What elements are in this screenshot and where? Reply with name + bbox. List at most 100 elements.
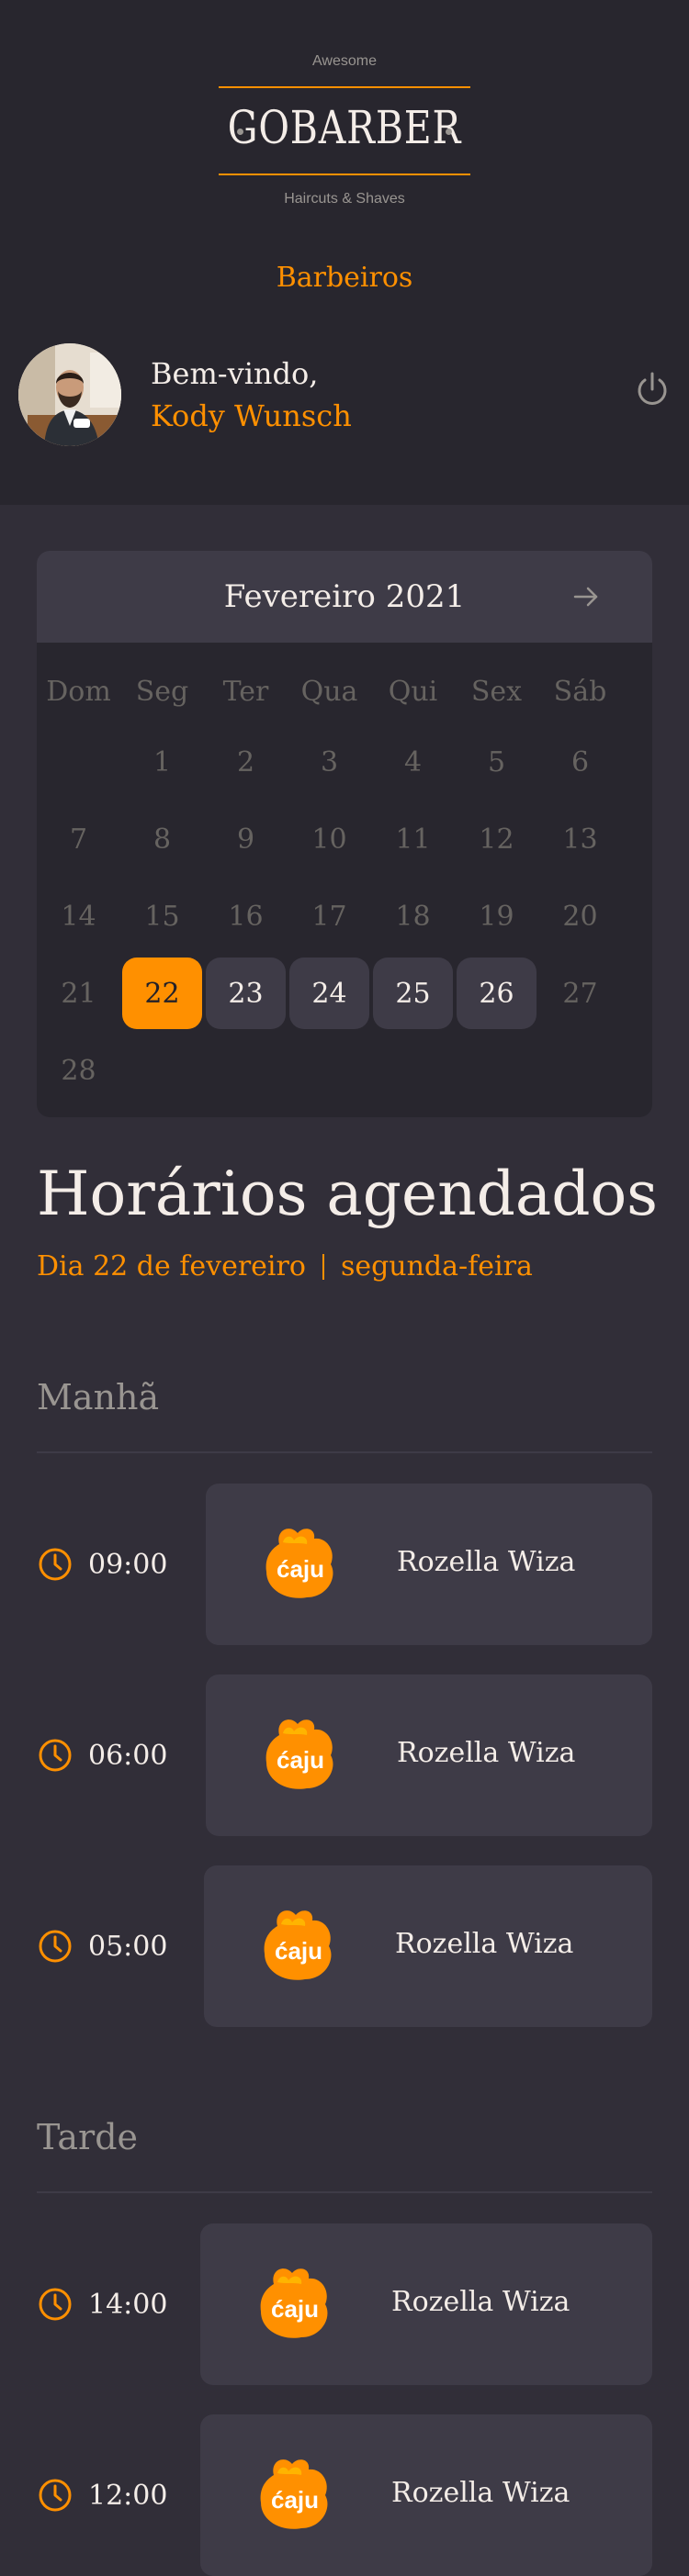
calendar-day-disabled: 16 [228, 900, 264, 933]
appointment-time: 05:00 [37, 1928, 167, 1965]
welcome-text: Bem-vindo, [151, 356, 319, 391]
logo-tagline-bottom: Haircuts & Shaves [284, 191, 405, 207]
calendar-day-disabled: 18 [395, 900, 431, 933]
calendar-week-row: 21 22 23 24 25 26 27 [37, 955, 652, 1032]
calendar-day-disabled: 5 [487, 745, 506, 778]
calendar-day-available[interactable]: 25 [373, 958, 453, 1029]
caju-logo: ćaju [261, 1906, 336, 1983]
calendar-day-disabled: 27 [562, 977, 598, 1010]
afternoon-section-title: Tarde [37, 2117, 139, 2157]
page-title: Horários agendados [37, 1159, 659, 1229]
appointment-slot: 12:00 ćaju Rozella Wiza [37, 2414, 652, 2576]
calendar-day-disabled: 13 [562, 823, 598, 856]
calendar-day-disabled: 14 [61, 900, 96, 933]
calendar-day-available[interactable]: 26 [457, 958, 537, 1029]
power-icon[interactable] [632, 369, 672, 409]
clock-icon [39, 1930, 72, 1963]
calendar-day-disabled: 21 [61, 977, 96, 1010]
appointment-time: 09:00 [37, 1546, 167, 1583]
calendar-empty-cell [37, 723, 120, 801]
appointment-card[interactable]: ćaju Rozella Wiza [200, 2414, 652, 2576]
calendar-week-row: 28 [37, 1032, 652, 1109]
appointment-card[interactable]: ćaju Rozella Wiza [204, 1865, 652, 2027]
client-name: Rozella Wiza [397, 1546, 576, 1578]
calendar-header: Fevereiro 2021 [37, 551, 652, 643]
appointment-slot: 14:00 ćaju Rozella Wiza [37, 2223, 652, 2385]
date-separator [322, 1253, 324, 1280]
caju-logo: ćaju [257, 2264, 333, 2341]
morning-divider [37, 1451, 652, 1453]
calendar-empty-cell [455, 1032, 538, 1109]
svg-text:ćaju: ćaju [275, 1937, 322, 1965]
weekday-label: Ter [222, 675, 269, 708]
appointment-time-text: 12:00 [88, 2479, 168, 2512]
schedule-weekday: segunda-feira [340, 1250, 533, 1282]
calendar-day-disabled: 1 [152, 745, 172, 778]
user-avatar[interactable] [18, 343, 121, 446]
calendar-empty-cell [538, 1032, 622, 1109]
appointment-time-text: 14:00 [88, 2288, 168, 2321]
weekday-label: Sex [470, 675, 523, 708]
calendar-empty-cell [371, 1032, 455, 1109]
calendar-day-disabled: 11 [395, 823, 431, 856]
logo-wordmark: GOBARBER [227, 101, 462, 154]
appointment-card[interactable]: ćaju Rozella Wiza [206, 1674, 652, 1836]
weekday-label: Seg [135, 675, 189, 708]
appointment-slot: 09:00 ćaju Rozella Wiza [37, 1484, 652, 1645]
svg-text:ćaju: ćaju [271, 2295, 319, 2323]
logo-rule-top [219, 86, 470, 88]
appointment-time-text: 05:00 [88, 1930, 168, 1963]
app-header: Awesome GOBARBER Haircuts & Shaves Barbe… [0, 0, 689, 505]
appointment-card[interactable]: ćaju Rozella Wiza [200, 2223, 652, 2385]
barbers-link[interactable]: Barbeiros [0, 262, 689, 294]
calendar-day-disabled: 19 [479, 900, 514, 933]
calendar-day-disabled: 15 [144, 900, 180, 933]
weekday-row: Dom Seg Ter Qua Qui Sex Sáb [37, 659, 652, 723]
caju-logo: ćaju [263, 1715, 338, 1792]
appointment-card[interactable]: ćaju Rozella Wiza [206, 1484, 652, 1645]
logo-tagline-top: Awesome [312, 53, 377, 69]
appointment-time: 12:00 [37, 2477, 167, 2514]
appointment-time-text: 06:00 [88, 1739, 168, 1772]
calendar-day-disabled: 12 [479, 823, 514, 856]
svg-text:ćaju: ćaju [277, 1746, 324, 1774]
calendar-day-disabled: 10 [311, 823, 347, 856]
schedule-date-line: Dia 22 de fevereiro segunda-feira [37, 1250, 533, 1282]
appointment-time: 06:00 [37, 1737, 167, 1774]
calendar-day-available[interactable]: 24 [289, 958, 369, 1029]
weekday-label: Qua [300, 675, 358, 708]
calendar: Fevereiro 2021 Dom Seg Ter Qua Qui Sex S… [37, 551, 652, 1117]
svg-text:ćaju: ćaju [271, 2486, 319, 2514]
caju-logo: ćaju [257, 2455, 333, 2532]
weekday-label: Dom [46, 675, 111, 708]
clock-icon [39, 1548, 72, 1581]
calendar-day-disabled: 28 [61, 1054, 96, 1087]
user-name-link[interactable]: Kody Wunsch [151, 398, 352, 433]
calendar-day-disabled: 4 [403, 745, 423, 778]
caju-logo: ćaju [263, 1524, 338, 1601]
calendar-empty-cell [288, 1032, 371, 1109]
schedule-day: Dia 22 de fevereiro [37, 1250, 306, 1282]
calendar-day-available[interactable]: 23 [206, 958, 286, 1029]
clock-icon [39, 1739, 72, 1772]
calendar-day-disabled: 9 [236, 823, 255, 856]
clock-icon [39, 2479, 72, 2512]
clock-icon [39, 2288, 72, 2321]
appointment-time: 14:00 [37, 2286, 167, 2323]
calendar-day-disabled: 20 [562, 900, 598, 933]
weekday-label: Sáb [553, 675, 607, 708]
svg-text:ćaju: ćaju [277, 1555, 324, 1583]
weekday-label: Qui [388, 675, 438, 708]
client-name: Rozella Wiza [397, 1737, 576, 1769]
client-name: Rozella Wiza [391, 2286, 570, 2318]
appointment-time-text: 09:00 [88, 1548, 168, 1581]
calendar-day-disabled: 8 [152, 823, 172, 856]
logo-rule-bottom [219, 174, 470, 175]
afternoon-divider [37, 2191, 652, 2193]
calendar-day-disabled: 2 [236, 745, 255, 778]
calendar-day-selected[interactable]: 22 [122, 958, 202, 1029]
calendar-week-row: 14 15 16 17 18 19 20 [37, 878, 652, 955]
arrow-right-icon[interactable] [568, 578, 604, 615]
client-name: Rozella Wiza [395, 1928, 574, 1960]
logo-dot-right [446, 129, 452, 135]
